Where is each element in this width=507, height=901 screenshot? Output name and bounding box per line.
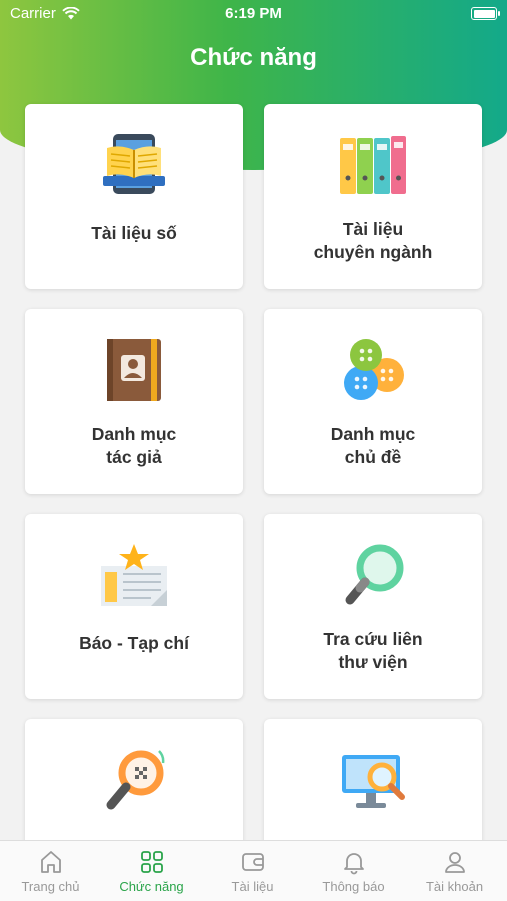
- function-grid: Tài liệu số Tài liệu chuyên ngành Danh m…: [0, 0, 507, 840]
- tab-label: Tài liệu: [231, 879, 274, 894]
- grid-icon: [141, 851, 163, 873]
- binders-icon: [340, 136, 406, 194]
- home-icon: [41, 851, 61, 873]
- buttons-icon: [344, 339, 404, 400]
- card-interlibrary-search[interactable]: Tra cứu liên thư viện: [264, 514, 482, 699]
- tab-home[interactable]: Trang chủ: [0, 841, 101, 901]
- card-topic-catalog[interactable]: Danh mục chủ đề: [264, 309, 482, 494]
- tab-account[interactable]: Tài khoản: [404, 841, 505, 901]
- tab-documents[interactable]: Tài liệu: [202, 841, 303, 901]
- card-online-search[interactable]: [264, 719, 482, 840]
- card-label: Tài liệu số: [91, 223, 177, 243]
- bell-icon: [344, 853, 364, 875]
- card-qr-scan[interactable]: [25, 719, 243, 840]
- tab-label: Chức năng: [119, 879, 184, 894]
- user-icon: [445, 852, 465, 873]
- card-specialized-documents[interactable]: Tài liệu chuyên ngành: [264, 104, 482, 289]
- card-author-catalog[interactable]: Danh mục tác giả: [25, 309, 243, 494]
- card-digital-documents[interactable]: Tài liệu số: [25, 104, 243, 289]
- tab-label: Tài khoản: [425, 879, 484, 894]
- bottom-tab-bar: Trang chủ Chức năng Tài liệu Thông báo T…: [0, 840, 507, 901]
- qr-scan-magnifier-icon: [106, 750, 165, 810]
- card-label: Tra cứu liên thư viện: [323, 629, 423, 672]
- card-label: Báo - Tạp chí: [79, 633, 189, 653]
- card-label: Danh mục chủ đề: [330, 424, 416, 467]
- card-label: Danh mục tác giả: [91, 424, 177, 467]
- monitor-search-icon: [342, 755, 405, 808]
- wallet-icon: [242, 853, 264, 871]
- card-newspapers-magazines[interactable]: Báo - Tạp chí: [25, 514, 243, 699]
- magnifier-icon: [345, 544, 404, 605]
- tab-functions[interactable]: Chức năng: [101, 841, 202, 901]
- tab-label: Thông báo: [322, 879, 385, 894]
- digital-book-icon: [103, 134, 165, 194]
- card-label: Tài liệu chuyên ngành: [313, 219, 433, 262]
- author-book-icon: [107, 339, 161, 401]
- tab-notifications[interactable]: Thông báo: [303, 841, 404, 901]
- newspaper-icon: [101, 544, 167, 606]
- tab-label: Trang chủ: [21, 879, 80, 894]
